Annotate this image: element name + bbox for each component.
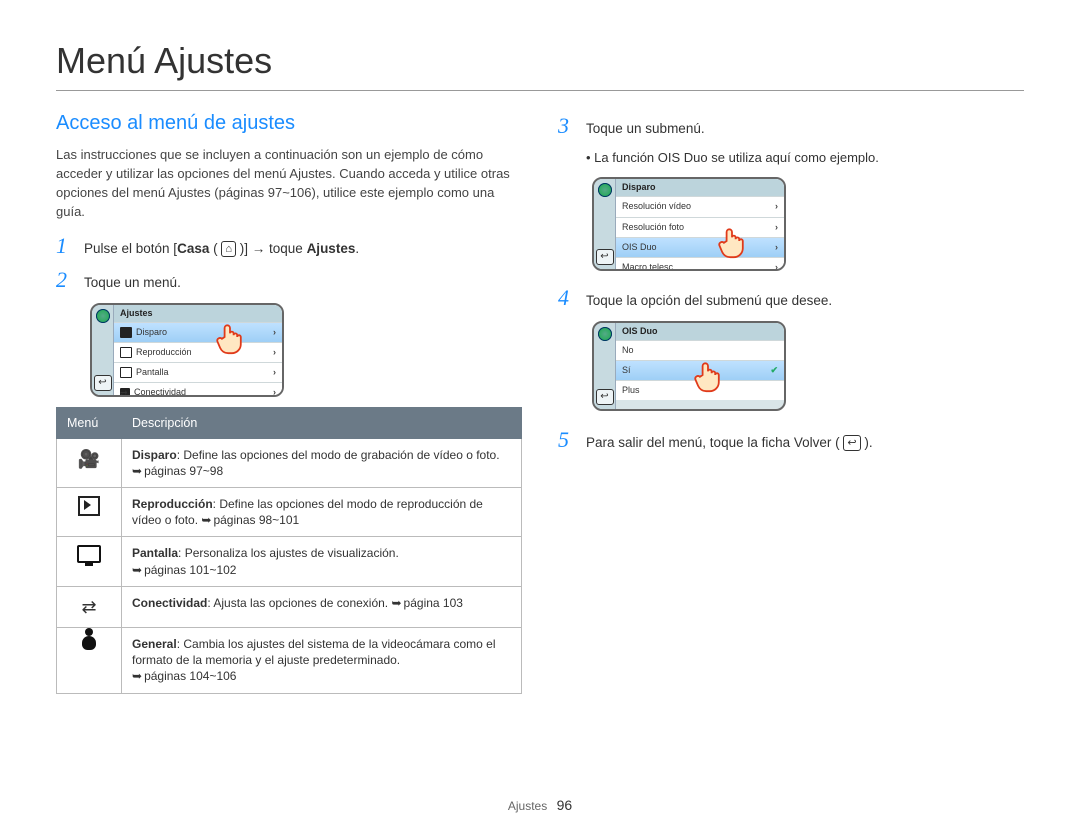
footer-section: Ajustes	[508, 799, 547, 813]
back-icon: ↩	[94, 375, 112, 391]
step-5-text: Para salir del menú, toque la ficha Volv…	[586, 429, 873, 453]
mock2-row-pantalla: Pantalla›	[114, 362, 282, 382]
screen-icon	[77, 545, 101, 563]
mock-menu-ajustes: ↩ Ajustes Disparo› Reproducción› Pantall…	[90, 303, 284, 397]
step-2-text: Toque un menú.	[84, 269, 181, 293]
mock-menu-disparo: ↩ Disparo Resolución vídeo› Resolución f…	[592, 177, 786, 271]
mock2-title: Ajustes	[114, 305, 282, 322]
camcorder-icon: 🎥	[78, 449, 100, 469]
play-icon	[78, 496, 100, 516]
step-number-3: 3	[558, 115, 576, 137]
table-row: Pantalla: Personaliza los ajustes de vis…	[57, 537, 522, 586]
step-3-text: Toque un submenú.	[586, 115, 705, 139]
th-menu: Menú	[57, 407, 122, 438]
step-number-2: 2	[56, 269, 74, 291]
step-1: 1 Pulse el botón [Casa ( ⌂ )] → toque Aj…	[56, 235, 522, 259]
table-row: Reproducción: Define las opciones del mo…	[57, 488, 522, 537]
mock3-row: Resolución foto›	[616, 217, 784, 237]
mock3-row-oisduo: OIS Duo›	[616, 237, 784, 257]
left-column: Acceso al menú de ajustes Las instruccio…	[56, 109, 522, 694]
mock4-row-no: No	[616, 340, 784, 360]
page-footer: Ajustes 96	[0, 797, 1080, 813]
mock2-row-conectividad: ⇄Conectividad›	[114, 382, 282, 397]
mock4-row-si: Sí✔	[616, 360, 784, 380]
step-number-5: 5	[558, 429, 576, 451]
table-row: ⇄ Conectividad: Ajusta las opciones de c…	[57, 586, 522, 627]
connectivity-icon: ⇄	[81, 597, 96, 617]
gear-icon	[598, 183, 612, 197]
footer-page-number: 96	[557, 797, 573, 813]
right-column: 3 Toque un submenú. • La función OIS Duo…	[558, 109, 1024, 694]
mock3-title: Disparo	[616, 179, 784, 196]
step-4-text: Toque la opción del submenú que desee.	[586, 287, 832, 311]
section-heading: Acceso al menú de ajustes	[56, 109, 522, 138]
page-title: Menú Ajustes	[56, 40, 1024, 82]
back-key-icon: ↩	[843, 435, 860, 451]
table-row: General: Cambia los ajustes del sistema …	[57, 628, 522, 694]
back-icon: ↩	[596, 249, 614, 265]
mock4-title: OIS Duo	[616, 323, 784, 340]
step-3-bullet: • La función OIS Duo se utiliza aquí com…	[586, 149, 1024, 168]
gear-icon	[96, 309, 110, 323]
step-2: 2 Toque un menú.	[56, 269, 522, 293]
mock2-row-disparo: Disparo›	[114, 322, 282, 342]
step-4: 4 Toque la opción del submenú que desee.	[558, 287, 1024, 311]
mock3-row: Macro telesc›	[616, 257, 784, 272]
gear-icon	[598, 327, 612, 341]
mock2-row-reproduccion: Reproducción›	[114, 342, 282, 362]
person-icon	[82, 636, 96, 650]
intro-paragraph: Las instrucciones que se incluyen a cont…	[56, 146, 522, 221]
menu-description-table: Menú Descripción 🎥 Disparo: Define las o…	[56, 407, 522, 694]
step-number-4: 4	[558, 287, 576, 309]
th-desc: Descripción	[122, 407, 522, 438]
step-number-1: 1	[56, 235, 74, 257]
mock3-row: Resolución vídeo›	[616, 196, 784, 216]
table-row: 🎥 Disparo: Define las opciones del modo …	[57, 438, 522, 487]
step-5: 5 Para salir del menú, toque la ficha Vo…	[558, 429, 1024, 453]
back-icon: ↩	[596, 389, 614, 405]
mock-menu-oisduo: ↩ OIS Duo No Sí✔ Plus	[592, 321, 786, 411]
step-1-text: Pulse el botón [Casa ( ⌂ )] → toque Ajus…	[84, 235, 359, 259]
mock4-row-plus: Plus	[616, 380, 784, 400]
step-3: 3 Toque un submenú.	[558, 115, 1024, 139]
home-icon: ⌂	[221, 241, 236, 257]
title-rule	[56, 90, 1024, 91]
